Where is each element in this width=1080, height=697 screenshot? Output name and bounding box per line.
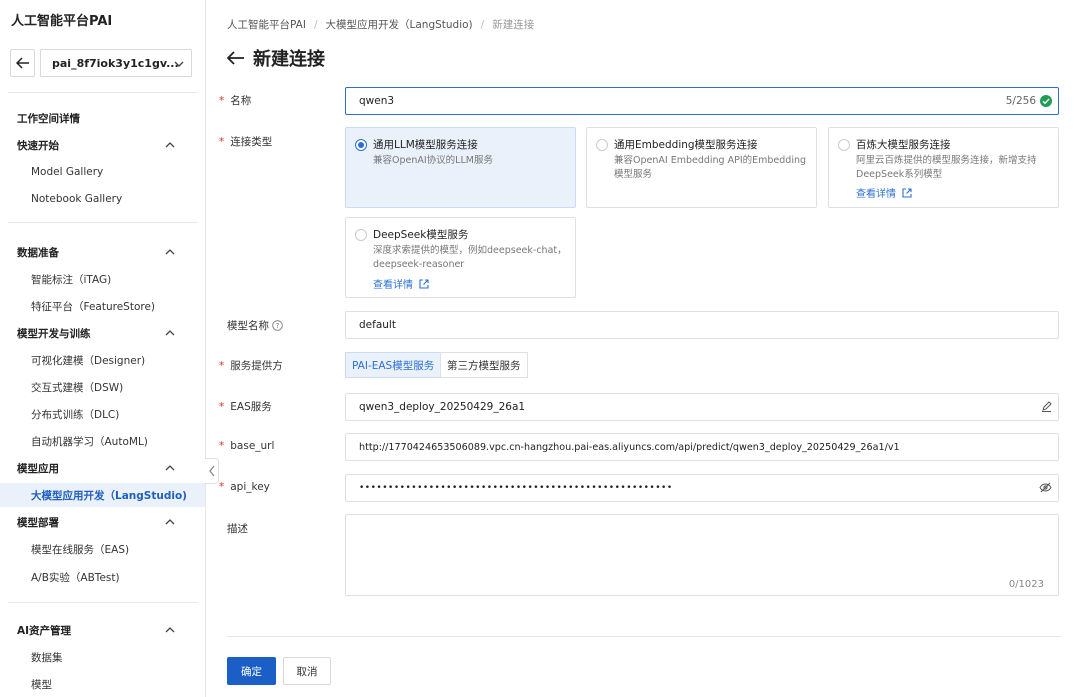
radio-unselected[interactable]	[838, 139, 850, 151]
view-details-link[interactable]: 查看详情	[856, 185, 912, 200]
connection-type-option-llm[interactable]: 通用LLM模型服务连接 兼容OpenAI协议的LLM服务	[345, 127, 576, 208]
sidebar-divider	[8, 92, 198, 93]
required-mark: *	[219, 135, 225, 148]
sidebar-item-itag[interactable]: 智能标注（iTAG)	[0, 267, 205, 291]
required-mark: *	[219, 400, 225, 413]
required-mark: *	[219, 481, 225, 493]
sidebar-group-ai-assets[interactable]: AI资产管理	[0, 618, 205, 642]
name-label: * 名称	[219, 94, 252, 108]
eas-service-input[interactable]: qwen3_deploy_20250429_26a1	[345, 393, 1059, 421]
radio-selected[interactable]	[355, 139, 367, 151]
required-mark: *	[219, 94, 225, 107]
external-link-icon	[419, 278, 429, 289]
base-url-label: * base_url	[219, 440, 275, 452]
breadcrumb: 人工智能平台PAI / 大模型应用开发（LangStudio) / 新建连接	[227, 17, 534, 32]
sidebar-item-dlc[interactable]: 分布式训练（DLC)	[0, 402, 205, 426]
arrow-left-icon[interactable]	[227, 51, 245, 65]
api-key-label: * api_key	[219, 481, 270, 493]
workspace-back-button[interactable]	[10, 49, 35, 77]
sidebar-item-datasets[interactable]: 数据集	[0, 645, 205, 669]
eas-service-label: * EAS服务	[219, 400, 272, 414]
eye-off-icon[interactable]	[1039, 482, 1052, 493]
name-input[interactable]: qwen3 5/256	[345, 87, 1059, 115]
workspace-select-value: pai_8f7iok3y1c1gv...	[52, 56, 179, 70]
arrow-left-icon	[15, 57, 29, 69]
breadcrumb-item-pai[interactable]: 人工智能平台PAI	[227, 17, 306, 32]
breadcrumb-separator: /	[480, 18, 485, 31]
sidebar-divider	[8, 602, 198, 603]
breadcrumb-separator: /	[313, 18, 318, 31]
sidebar-item-designer[interactable]: 可视化建模（Designer)	[0, 348, 205, 372]
sidebar-collapse-handle[interactable]	[205, 458, 219, 484]
sidebar-group-model-app[interactable]: 模型应用	[0, 456, 205, 480]
footer-divider	[227, 636, 1061, 637]
cancel-button[interactable]: 取消	[283, 657, 331, 685]
workspace-select[interactable]: pai_8f7iok3y1c1gv...	[40, 49, 192, 77]
confirm-button[interactable]: 确定	[227, 657, 276, 685]
page-title: 新建连接	[253, 49, 325, 70]
eas-service-actions	[1041, 401, 1052, 412]
sidebar-item-models[interactable]: 模型	[0, 672, 205, 696]
sidebar-group-model-dev[interactable]: 模型开发与训练	[0, 321, 205, 345]
connection-type-label: * 连接类型	[219, 135, 273, 149]
model-name-label: 模型名称 ?	[227, 318, 283, 333]
chevron-up-icon	[165, 249, 175, 255]
sidebar-item-eas[interactable]: 模型在线服务（EAS)	[0, 537, 205, 561]
chevron-up-icon	[165, 330, 175, 336]
provider-option-pai-eas[interactable]: PAI-EAS模型服务	[345, 352, 442, 378]
required-mark: *	[219, 359, 225, 372]
connection-type-option-embedding[interactable]: 通用Embedding模型服务连接 兼容OpenAI Embedding API…	[586, 127, 817, 208]
sidebar-item-automl[interactable]: 自动机器学习（AutoML)	[0, 429, 205, 453]
description-textarea[interactable]: 0/1023	[345, 514, 1059, 596]
chevron-up-icon	[165, 142, 175, 148]
help-icon[interactable]: ?	[272, 320, 283, 331]
edit-icon[interactable]	[1041, 401, 1052, 412]
base-url-input[interactable]: http://1770424653506089.vpc.cn-hangzhou.…	[345, 433, 1059, 461]
app-title: 人工智能平台PAI	[11, 14, 113, 29]
workspace-row: pai_8f7iok3y1c1gv...	[10, 49, 192, 77]
sidebar-item-notebook-gallery[interactable]: Notebook Gallery	[0, 187, 205, 211]
page-title-row: 新建连接	[227, 45, 325, 71]
api-key-actions	[1039, 482, 1052, 493]
provider-option-third-party[interactable]: 第三方模型服务	[440, 352, 528, 378]
radio-unselected[interactable]	[596, 139, 608, 151]
chevron-up-icon	[165, 519, 175, 525]
sidebar-item-langstudio[interactable]: 大模型应用开发（LangStudio)	[0, 483, 205, 507]
sidebar-divider	[8, 222, 198, 223]
description-counter: 0/1023	[1008, 579, 1044, 590]
breadcrumb-item-current: 新建连接	[492, 19, 535, 31]
chevron-up-icon	[165, 627, 175, 633]
required-mark: *	[219, 440, 225, 452]
connection-type-option-bailian[interactable]: 百炼大模型服务连接 阿里云百炼提供的模型服务连接，新增支持DeepSeek系列模…	[828, 127, 1059, 208]
sidebar-item-abtest[interactable]: A/B实验（ABTest)	[0, 565, 205, 589]
model-name-input[interactable]: default	[345, 311, 1059, 339]
svg-text:?: ?	[276, 322, 280, 330]
provider-label: * 服务提供方	[219, 359, 283, 373]
chevron-up-icon	[165, 465, 175, 471]
sidebar-group-model-deploy[interactable]: 模型部署	[0, 510, 205, 534]
connection-type-option-deepseek[interactable]: DeepSeek模型服务 深度求索提供的模型，例如deepseek-chat，d…	[345, 217, 576, 298]
sidebar-group-data-prep[interactable]: 数据准备	[0, 240, 205, 264]
chevron-down-icon	[174, 61, 184, 67]
sidebar-group-quick-start[interactable]: 快速开始	[0, 133, 205, 157]
sidebar-item-workspace-details[interactable]: 工作空间详情	[0, 106, 205, 130]
sidebar: 人工智能平台PAI pai_8f7iok3y1c1gv... 工作空间详情 快速…	[0, 0, 206, 697]
breadcrumb-item-langstudio[interactable]: 大模型应用开发（LangStudio)	[326, 17, 473, 32]
sidebar-item-featurestore[interactable]: 特征平台（FeatureStore)	[0, 294, 205, 318]
chevron-left-icon	[208, 465, 215, 477]
sidebar-item-model-gallery[interactable]: Model Gallery	[0, 160, 205, 184]
view-details-link[interactable]: 查看详情	[373, 276, 429, 291]
description-label: 描述	[227, 523, 248, 535]
sidebar-item-dsw[interactable]: 交互式建模（DSW)	[0, 375, 205, 399]
api-key-input[interactable]: ••••••••••••••••••••••••••••••••••••••••…	[345, 474, 1059, 502]
name-counter: 5/256	[1006, 95, 1052, 107]
check-circle-icon	[1040, 95, 1052, 107]
radio-unselected[interactable]	[355, 229, 367, 241]
external-link-icon	[902, 187, 912, 198]
